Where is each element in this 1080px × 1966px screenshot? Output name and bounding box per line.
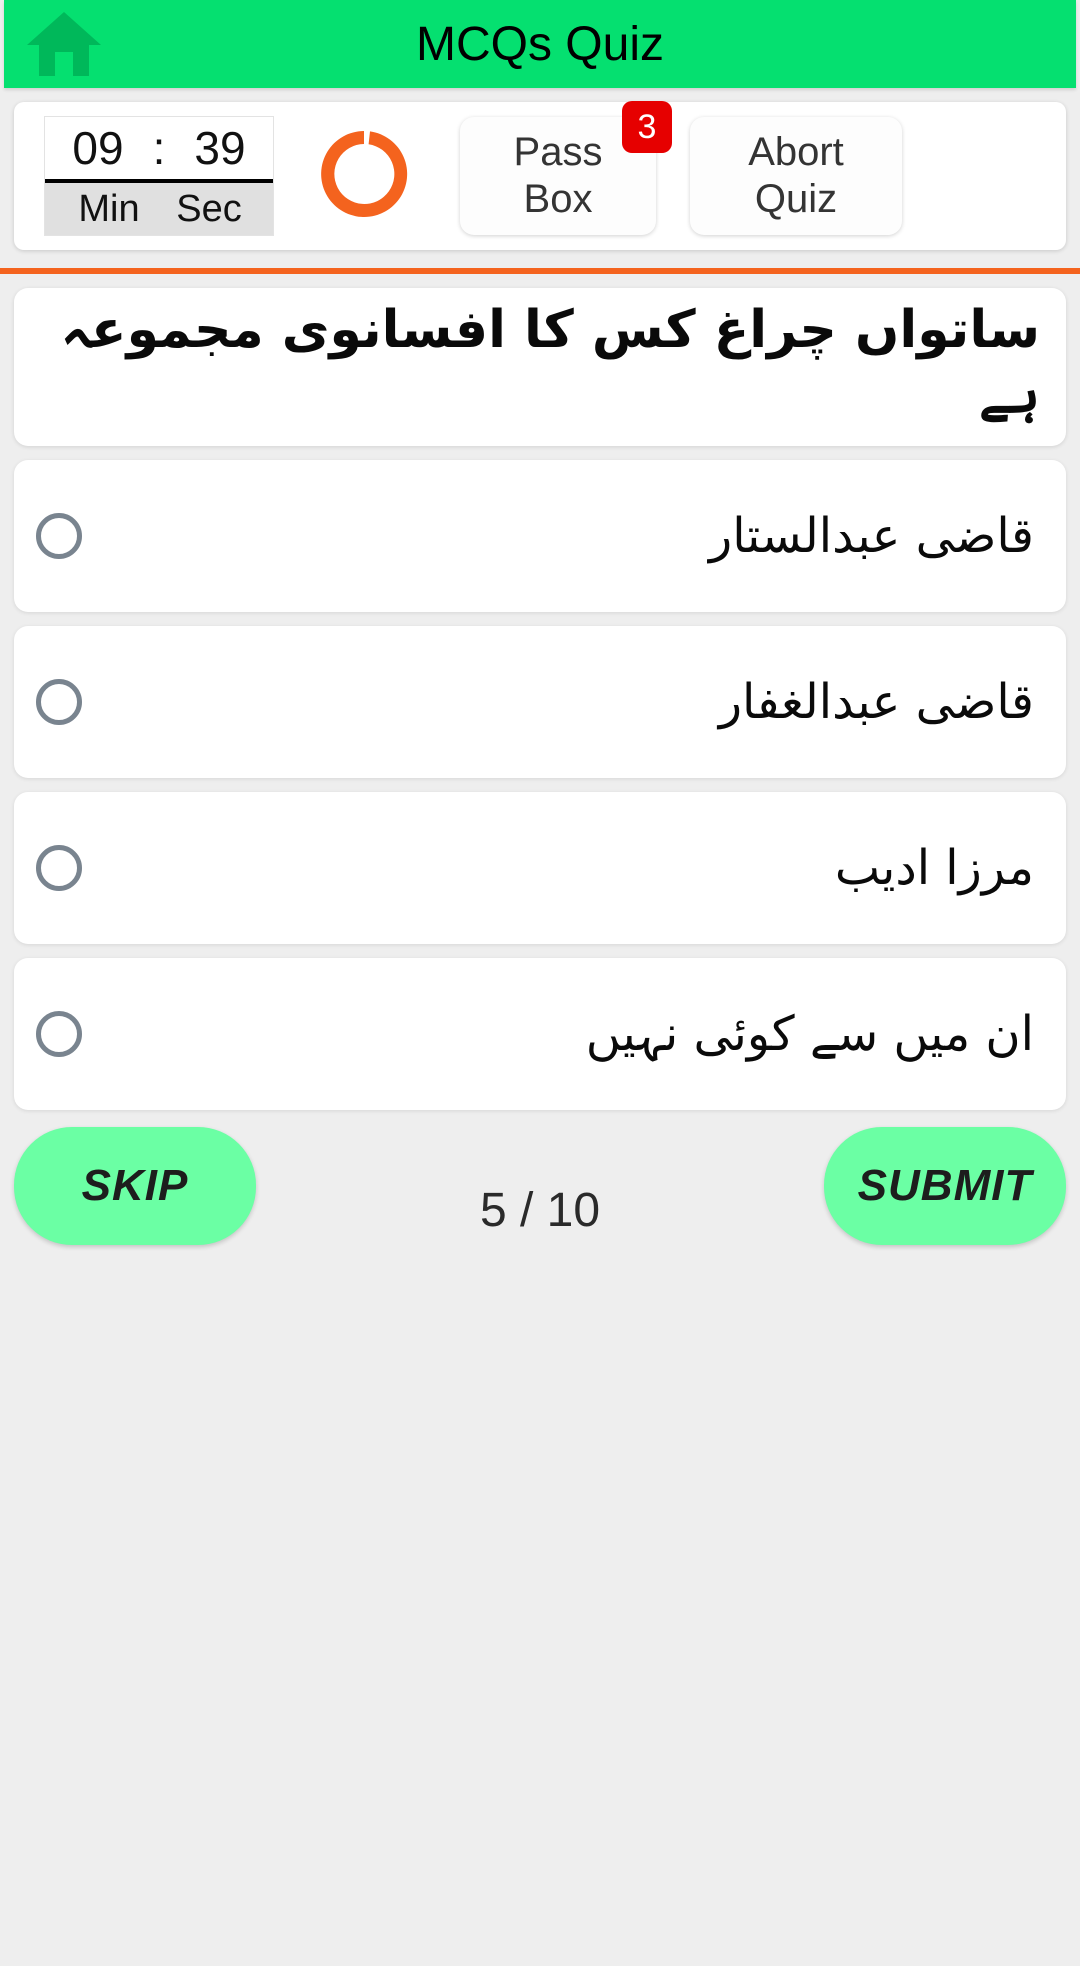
quiz-status-bar: 09 : 39 Min Sec Pass Box 3 Abort Quiz (14, 101, 1066, 250)
app-bar: MCQs Quiz (4, 0, 1076, 88)
pass-box-button[interactable]: Pass Box 3 (460, 101, 672, 235)
option-label-2: قاضی عبدالغفار (718, 674, 1034, 730)
skip-button[interactable]: SKIP (14, 1127, 256, 1245)
timer-seconds: 39 (194, 122, 246, 174)
quiz-actions: SKIP 5 / 10 SUBMIT (14, 1126, 1066, 1246)
progress-spinner (274, 122, 454, 231)
timer-digits: 09 : 39 (45, 117, 273, 183)
pass-box-label-line1: Pass (513, 129, 603, 174)
radio-button-4[interactable] (36, 1011, 82, 1057)
timer-seconds-label: Sec (176, 187, 242, 230)
radio-button-3[interactable] (36, 845, 82, 891)
option-row-2[interactable]: قاضی عبدالغفار (14, 626, 1066, 778)
abort-quiz-label-line1: Abort (748, 129, 844, 174)
timer-labels: Min Sec (45, 183, 273, 235)
radio-button-1[interactable] (36, 513, 82, 559)
pass-box-badge: 3 (622, 101, 672, 153)
option-label-1: قاضی عبدالستار (709, 508, 1034, 564)
loading-ring-icon (312, 122, 416, 231)
timer-separator: : (152, 122, 166, 174)
countdown-timer: 09 : 39 Min Sec (44, 116, 274, 236)
option-row-4[interactable]: ان میں سے کوئی نہیں (14, 958, 1066, 1110)
timer-minutes: 09 (72, 122, 124, 174)
page-title: MCQs Quiz (415, 17, 664, 71)
radio-button-2[interactable] (36, 679, 82, 725)
orange-divider (0, 268, 1080, 274)
option-label-3: مرزا ادیب (834, 840, 1034, 896)
option-row-1[interactable]: قاضی عبدالستار (14, 460, 1066, 612)
timer-minutes-label: Min (78, 187, 140, 230)
submit-button[interactable]: SUBMIT (824, 1127, 1066, 1245)
question-counter: 5 / 10 (479, 1183, 601, 1237)
question-text: ساتواں چراغ کس کا افسانوی مجموعہ ہے (60, 300, 1040, 425)
abort-quiz-button[interactable]: Abort Quiz (690, 117, 902, 235)
option-label-4: ان میں سے کوئی نہیں (585, 1006, 1034, 1062)
option-row-3[interactable]: مرزا ادیب (14, 792, 1066, 944)
abort-quiz-label-line2: Quiz (754, 177, 838, 221)
options-list: قاضی عبدالستار قاضی عبدالغفار مرزا ادیب … (14, 460, 1066, 1110)
question-card: ساتواں چراغ کس کا افسانوی مجموعہ ہے (14, 288, 1066, 446)
pass-box-label-line2: Box (523, 177, 593, 221)
